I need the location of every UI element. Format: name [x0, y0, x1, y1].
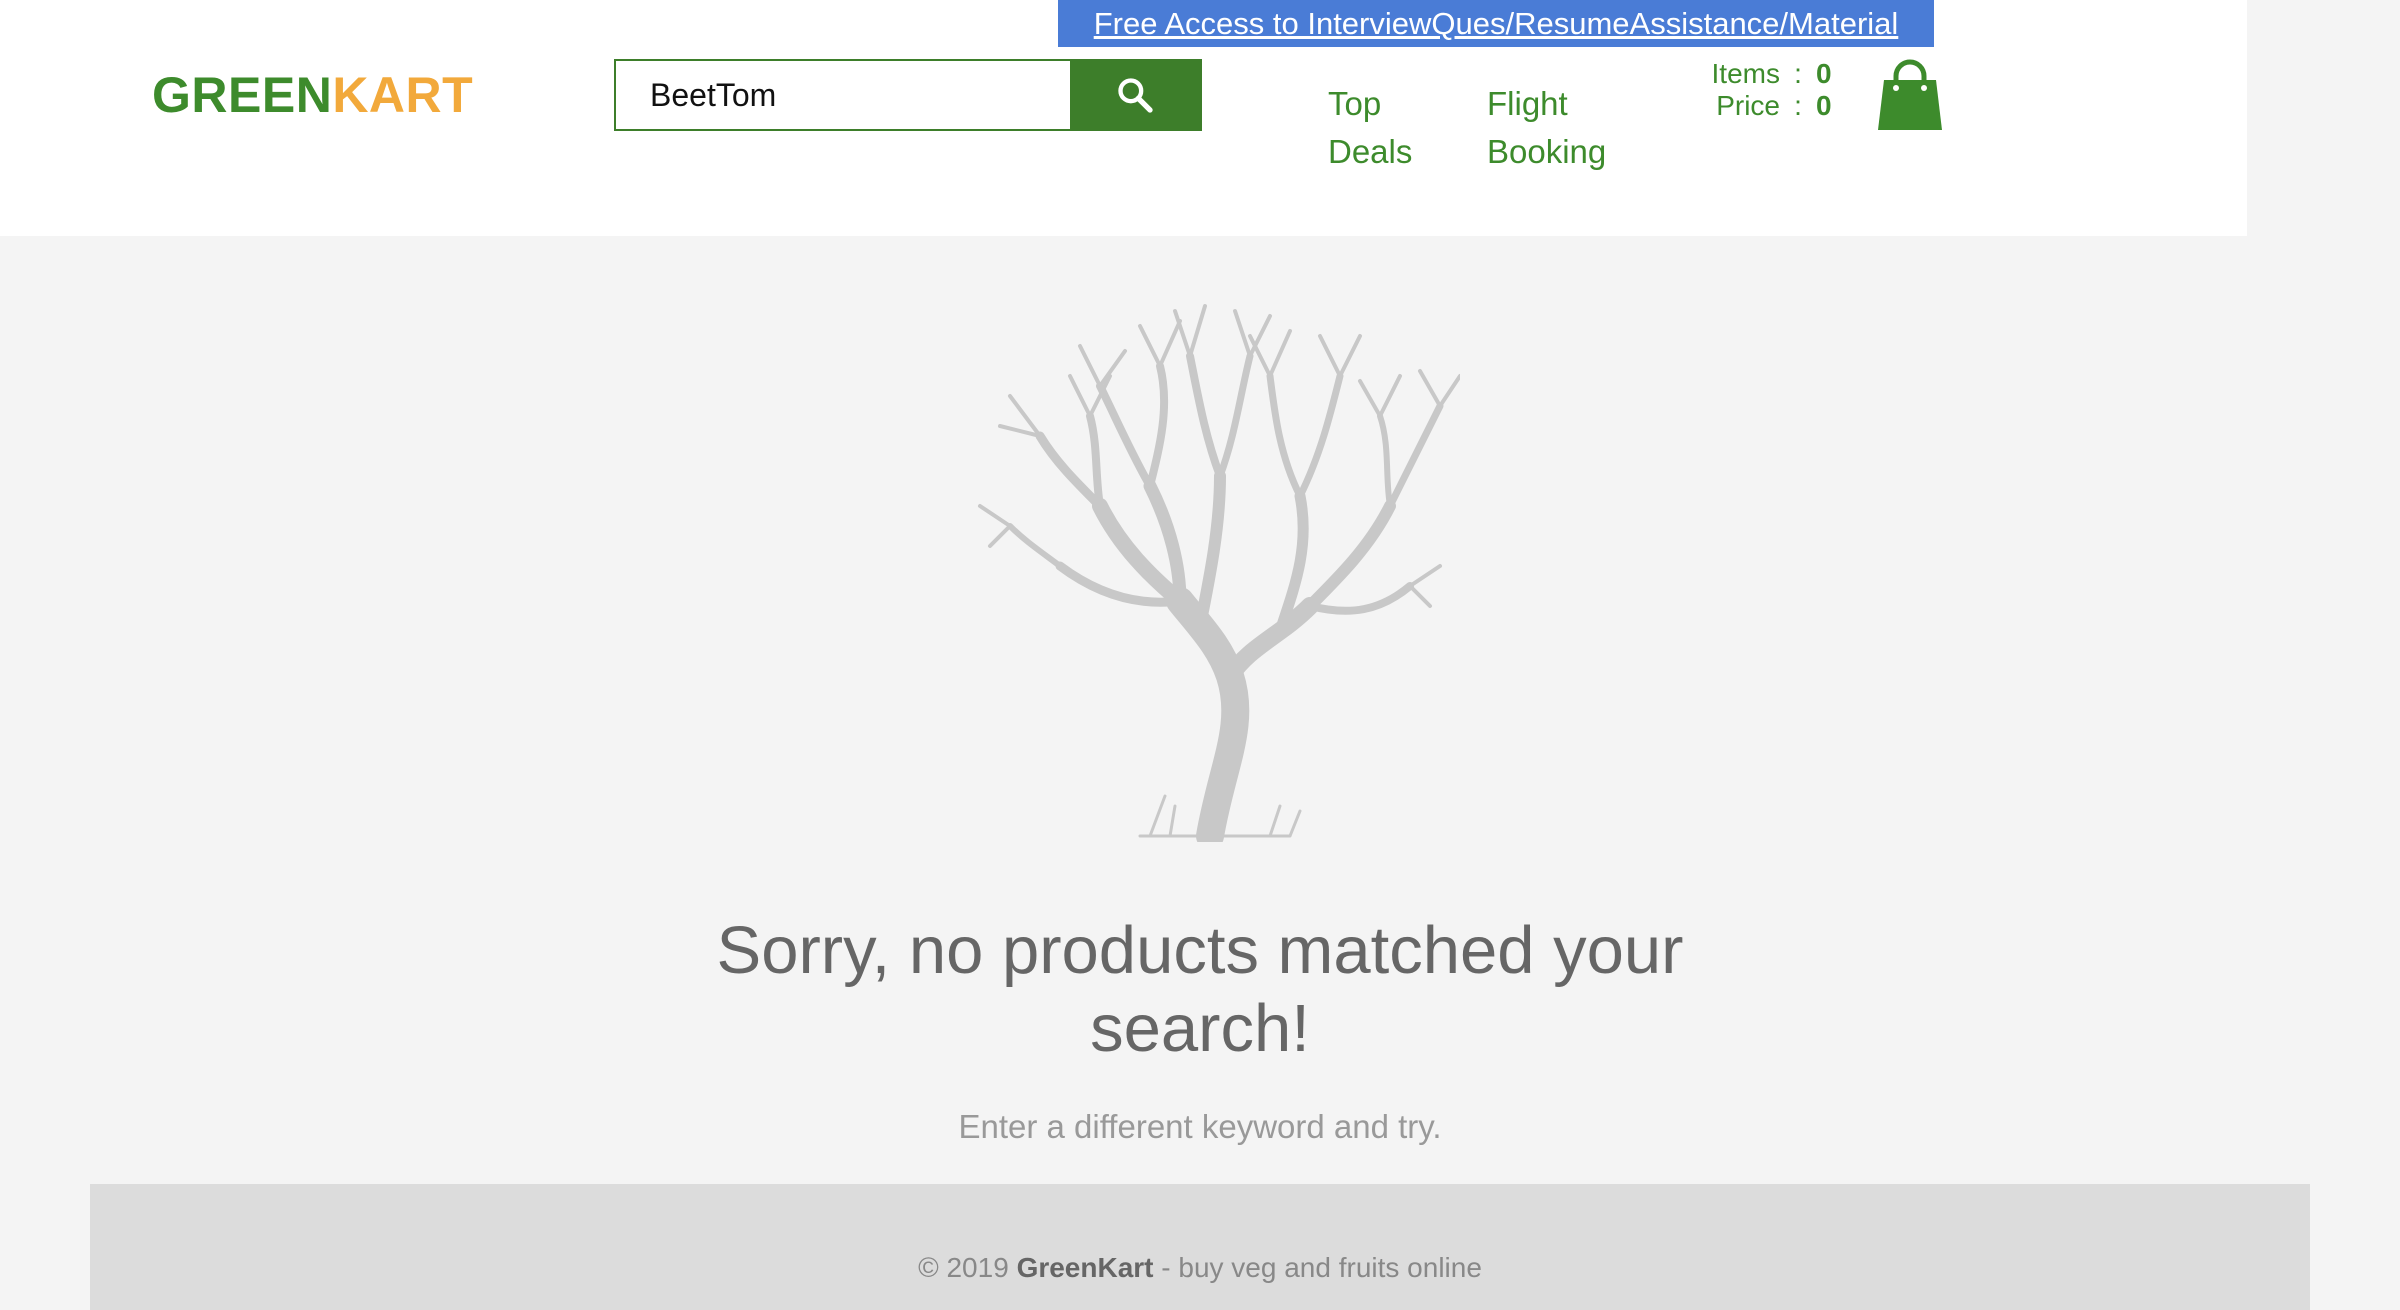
nav-top-deals-line2: Deals [1328, 133, 1413, 170]
footer-tagline: - buy veg and fruits online [1161, 1252, 1482, 1283]
cart-price-row: Price : 0 [1700, 90, 1840, 122]
brand-logo-orange: KART [332, 67, 474, 123]
no-results-title: Sorry, no products matched your search! [716, 913, 1684, 1066]
cart-price-separator: : [1794, 90, 1802, 121]
site-footer: © 2019 GreenKart - buy veg and fruits on… [90, 1184, 2310, 1310]
promo-link[interactable]: Free Access to InterviewQues/ResumeAssis… [1058, 0, 1934, 47]
footer-brand: GreenKart [1016, 1252, 1154, 1283]
cart-items-count: 0 [1816, 58, 1832, 89]
bare-tree-icon [978, 304, 1460, 842]
cart-price-value: 0 [1816, 90, 1832, 121]
brand-logo-green: GREEN [152, 67, 333, 123]
search-bar [614, 59, 1202, 131]
no-results-subtitle: Enter a different keyword and try. [958, 1108, 1442, 1145]
nav-top-deals[interactable]: Top Deals [1328, 80, 1438, 176]
search-button[interactable] [1070, 61, 1200, 129]
nav-top-deals-line1: Top [1328, 85, 1382, 122]
shopping-bag-icon[interactable] [1876, 58, 1944, 132]
cart-price-label: Price [1716, 90, 1780, 121]
search-icon [1118, 78, 1153, 113]
nav-flight-booking-line2: Booking [1487, 133, 1607, 170]
site-header: Free Access to InterviewQues/ResumeAssis… [0, 0, 2247, 236]
cart-items-row: Items : 0 [1700, 58, 1840, 90]
cart-items-separator: : [1794, 58, 1802, 89]
cart-summary: Items : 0 Price : 0 [1700, 58, 1840, 122]
footer-copyright: © 2019 [918, 1252, 1009, 1283]
nav-flight-booking[interactable]: Flight Booking [1487, 80, 1647, 176]
brand-logo[interactable]: GREENKART [152, 66, 473, 124]
footer-text: © 2019 GreenKart - buy veg and fruits on… [90, 1252, 2310, 1284]
cart-items-label: Items [1711, 58, 1780, 89]
nav-flight-booking-line1: Flight [1487, 85, 1568, 122]
search-input[interactable] [616, 61, 1070, 129]
